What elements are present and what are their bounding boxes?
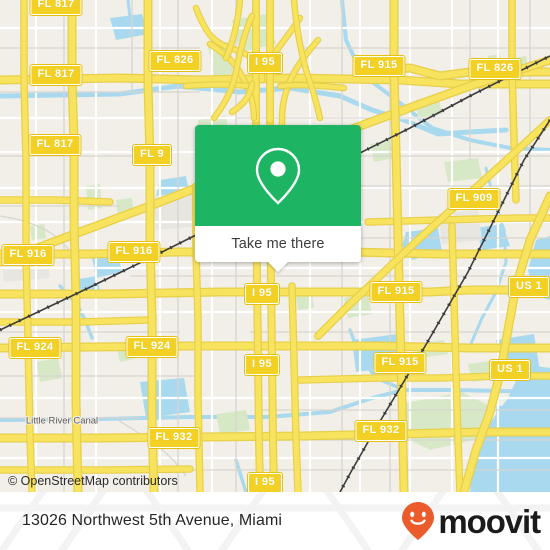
- popup-action-bar[interactable]: Take me there: [195, 226, 361, 272]
- road-shield-label: FL 9: [132, 145, 172, 165]
- road-shield-label: FL 915: [353, 56, 405, 76]
- road-shield-label: I 95: [248, 53, 282, 73]
- road-shield-label: I 95: [245, 284, 279, 304]
- road-shield-label: FL 924: [126, 337, 178, 357]
- footer-bar: 13026 Northwest 5th Avenue, Miami moovit: [0, 492, 550, 550]
- road-shield-label: FL 915: [374, 353, 426, 373]
- road-shield-label: FL 817: [29, 135, 81, 155]
- address-text: 13026 Northwest 5th Avenue, Miami: [22, 512, 283, 529]
- location-pin-icon: [255, 147, 301, 205]
- take-me-there-label: Take me there: [231, 236, 325, 252]
- map-canvas[interactable]: .bg { fill:#f2efe9; } .wtr { fill:#a9d9e…: [0, 0, 550, 492]
- osm-attribution[interactable]: © OpenStreetMap contributors: [8, 474, 178, 488]
- moovit-logo[interactable]: moovit: [401, 501, 541, 541]
- location-popup[interactable]: Take me there: [195, 125, 361, 272]
- road-shield-label: FL 909: [448, 189, 500, 209]
- road-shield-label: FL 924: [9, 338, 61, 358]
- road-shield-label: FL 932: [355, 421, 407, 441]
- road-shield-label: I 95: [248, 473, 282, 492]
- popup-pointer: [267, 261, 289, 272]
- road-shield-label: FL 932: [148, 428, 200, 448]
- road-shield-label: FL 817: [30, 0, 82, 15]
- road-shield-label: FL 826: [149, 51, 201, 71]
- road-shield-label: I 95: [245, 355, 279, 375]
- moovit-wordmark: moovit: [438, 502, 541, 540]
- moovit-smiley-pin-icon: [402, 502, 435, 540]
- road-shield-label: US 1: [489, 360, 531, 380]
- road-shield-label: FL 915: [370, 282, 422, 302]
- road-shield-label: FL 916: [2, 245, 54, 265]
- map-screenshot: .bg { fill:#f2efe9; } .wtr { fill:#a9d9e…: [0, 0, 550, 550]
- road-shield-label: US 1: [508, 277, 550, 297]
- road-shield-label: FL 916: [108, 242, 160, 262]
- place-label: Little River Canal: [25, 415, 99, 427]
- popup-image-area: [195, 125, 361, 226]
- road-shield-label: FL 826: [469, 59, 521, 79]
- road-shield-label: FL 817: [30, 65, 82, 85]
